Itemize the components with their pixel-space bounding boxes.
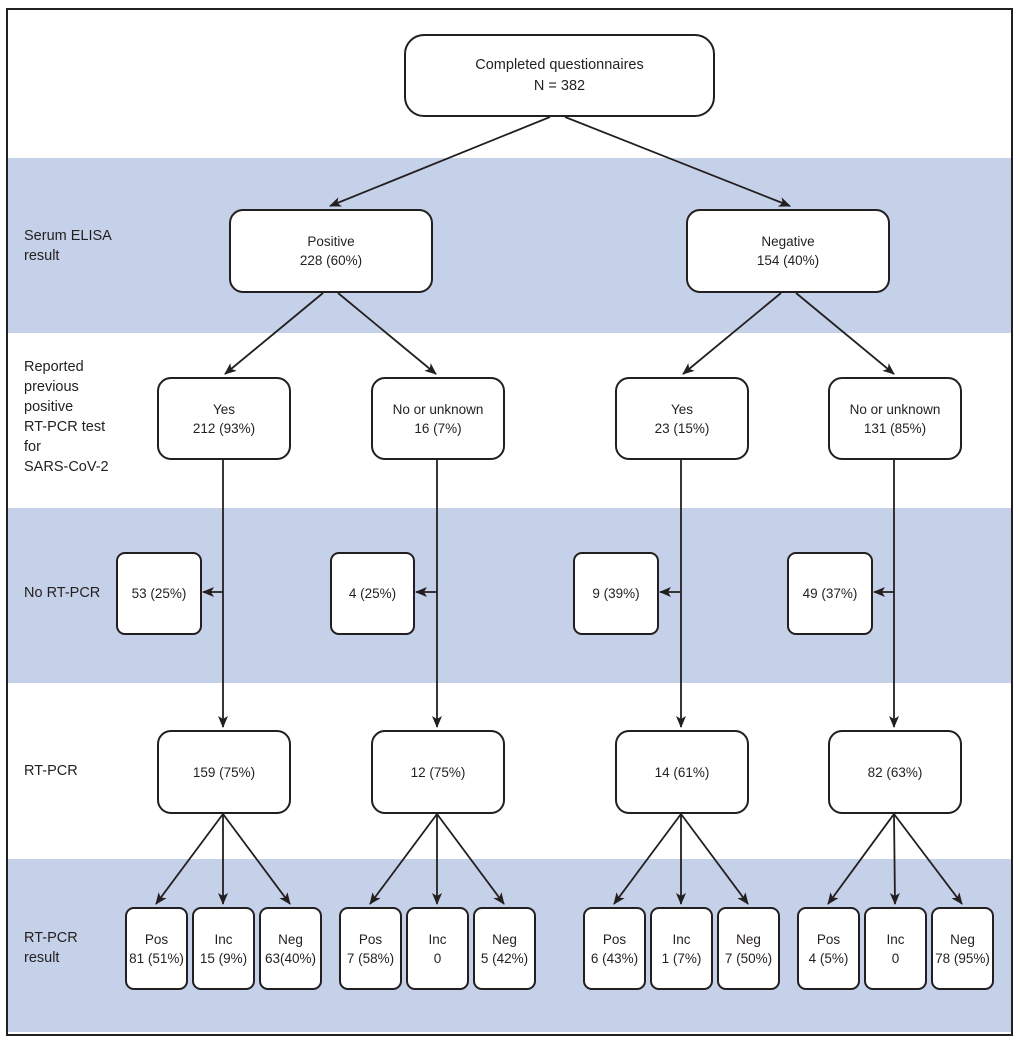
row-label-rtpcr: RT-PCR [24, 763, 78, 779]
node-result-pos: Pos 81 (51%) [125, 907, 188, 990]
node-value: 4 (5%) [808, 950, 849, 966]
node-title: Completed questionnaires [475, 56, 644, 73]
node-label: Inc [428, 931, 447, 947]
node-label: Pos [602, 931, 627, 947]
node-label: Yes [670, 401, 694, 417]
node-label: Inc [672, 931, 691, 947]
node-value: 5 (42%) [480, 950, 529, 966]
row-label-rtpcr-result: RT-PCR result [24, 930, 78, 966]
node-value: 23 (15%) [654, 420, 710, 436]
node-value: 0 [891, 950, 900, 966]
node-value: N = 382 [533, 77, 586, 94]
node-no-rtpcr-2: 4 (25%) [330, 552, 415, 635]
node-reported-pos-no: No or unknown 16 (7%) [371, 377, 505, 460]
node-label: Inc [886, 931, 905, 947]
node-value: 159 (75%) [192, 764, 256, 780]
node-value: 16 (7%) [414, 420, 462, 436]
node-result-neg: Neg 7 (50%) [717, 907, 780, 990]
node-label: Neg [736, 931, 761, 947]
node-label: Yes [212, 401, 236, 417]
node-rtpcr-3: 14 (61%) [615, 730, 749, 814]
node-label: Positive [307, 234, 355, 249]
node-label: Negative [761, 234, 815, 249]
node-value: 1 (7%) [661, 950, 702, 966]
node-value: 63(40%) [264, 950, 317, 966]
node-value: 14 (61%) [654, 764, 710, 780]
node-value: 82 (63%) [867, 764, 923, 780]
node-value: 78 (95%) [935, 950, 990, 966]
node-label: Neg [950, 931, 975, 947]
node-value: 7 (58%) [346, 950, 395, 966]
node-elisa-positive: Positive 228 (60%) [229, 209, 433, 293]
node-value: 12 (75%) [410, 764, 466, 780]
node-result-neg: Neg 5 (42%) [473, 907, 536, 990]
node-rtpcr-1: 159 (75%) [157, 730, 291, 814]
node-value: 81 (51%) [129, 950, 184, 966]
node-value: 7 (50%) [724, 950, 773, 966]
node-value: 49 (37%) [802, 586, 858, 601]
node-result-neg: Neg 78 (95%) [931, 907, 994, 990]
node-no-rtpcr-3: 9 (39%) [573, 552, 659, 635]
node-value: 53 (25%) [131, 586, 187, 601]
node-label: Neg [278, 931, 303, 947]
node-label: Neg [492, 931, 517, 947]
node-label: Pos [358, 931, 383, 947]
node-label: No or unknown [392, 401, 484, 417]
node-value: 6 (43%) [590, 950, 639, 966]
node-value: 212 (93%) [192, 420, 256, 436]
node-reported-pos-yes: Yes 212 (93%) [157, 377, 291, 460]
node-value: 4 (25%) [348, 586, 397, 601]
node-value: 154 (40%) [756, 253, 820, 268]
node-rtpcr-2: 12 (75%) [371, 730, 505, 814]
node-reported-neg-no: No or unknown 131 (85%) [828, 377, 962, 460]
row-label-no-rtpcr: No RT-PCR [24, 585, 101, 601]
node-result-pos: Pos 7 (58%) [339, 907, 402, 990]
node-label: Pos [816, 931, 841, 947]
node-value: 228 (60%) [299, 253, 363, 268]
node-result-inc: Inc 15 (9%) [192, 907, 255, 990]
node-value: 131 (85%) [863, 420, 927, 436]
node-value: 9 (39%) [592, 586, 640, 601]
row-label-reported-previous: Reported previous positive RT-PCR test f… [24, 359, 109, 475]
node-label: No or unknown [849, 401, 941, 417]
node-result-inc: Inc 0 [864, 907, 927, 990]
row-label-serum-elisa: Serum ELISA result [24, 228, 112, 264]
node-result-neg: Neg 63(40%) [259, 907, 322, 990]
node-result-inc: Inc 0 [406, 907, 469, 990]
node-value: 15 (9%) [199, 950, 248, 966]
node-value: 0 [433, 950, 442, 966]
node-result-pos: Pos 4 (5%) [797, 907, 860, 990]
node-completed-questionnaires: Completed questionnaires N = 382 [404, 34, 715, 117]
node-rtpcr-4: 82 (63%) [828, 730, 962, 814]
node-elisa-negative: Negative 154 (40%) [686, 209, 890, 293]
node-result-pos: Pos 6 (43%) [583, 907, 646, 990]
node-no-rtpcr-1: 53 (25%) [116, 552, 202, 635]
node-label: Pos [144, 931, 169, 947]
node-no-rtpcr-4: 49 (37%) [787, 552, 873, 635]
node-label: Inc [214, 931, 233, 947]
node-result-inc: Inc 1 (7%) [650, 907, 713, 990]
node-reported-neg-yes: Yes 23 (15%) [615, 377, 749, 460]
